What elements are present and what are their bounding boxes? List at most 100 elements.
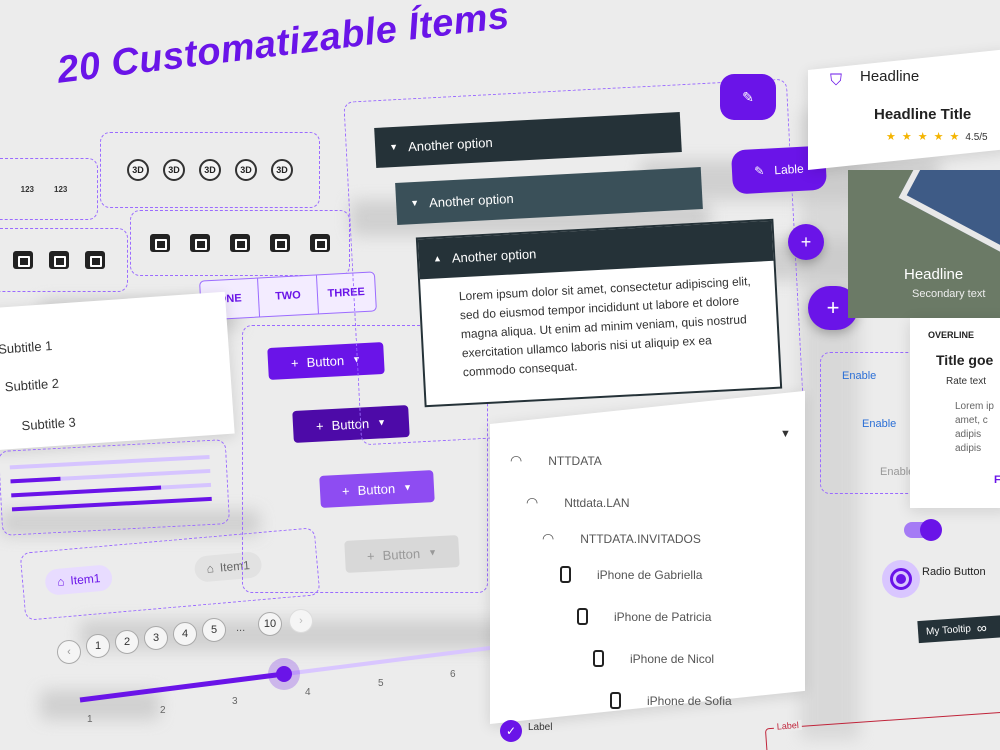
card-action-link[interactable]: F (994, 474, 1000, 486)
network-name: NTTDATA.INVITADOS (580, 531, 701, 546)
accordion-title: Another option (407, 134, 493, 154)
card-headline: Headline (860, 68, 920, 85)
slider-fill (79, 671, 285, 703)
pagination-next[interactable]: › (289, 609, 313, 633)
list-item[interactable]: Subtitle 1 (0, 338, 53, 357)
chevron-down-icon: ▼ (427, 547, 438, 558)
card-subtitle: Rate text (946, 376, 987, 387)
pagination-ellipsis: ... (236, 622, 246, 634)
device-name: iPhone de Sofia (647, 693, 732, 708)
wallet-icon[interactable] (13, 251, 33, 269)
contact-card-icon[interactable] (270, 234, 290, 252)
slider-tick-label: 4 (305, 687, 311, 698)
star-icon: ★ (949, 131, 960, 143)
plus-icon: + (366, 547, 375, 564)
rotate-3d-icon[interactable]: 3D (235, 159, 257, 181)
device-item[interactable]: iPhone de Nicol (593, 650, 714, 667)
contact-card-icon[interactable] (230, 234, 250, 252)
card-overline: OVERLINE (928, 330, 975, 340)
disabled-button: + Button ▼ (344, 535, 460, 573)
button-label: Button (357, 480, 396, 498)
text-button-hover[interactable]: Enable (862, 418, 896, 430)
infinity-icon: ∞ (976, 619, 988, 637)
network-name: NTTDATA (548, 453, 602, 468)
card-image: Headline Secondary text (848, 170, 1000, 318)
toggle-switch[interactable] (904, 519, 942, 541)
pencil-icon: ✎ (742, 88, 754, 105)
progress-group (0, 439, 231, 536)
page-button[interactable]: 5 (202, 618, 226, 642)
wallet-icon-group (0, 228, 128, 292)
card-body: Lorem ip amet, c adipis adipis (955, 401, 994, 454)
chevron-down-icon: ▼ (402, 482, 413, 493)
rotate-3d-icon[interactable]: 3D (271, 159, 293, 181)
counter-icon: 123 (54, 184, 68, 194)
device-item[interactable]: iPhone de Patricia (577, 608, 711, 625)
slider-tick-label: 1 (87, 714, 93, 725)
button-label: Button (382, 545, 421, 563)
phone-icon (610, 692, 621, 709)
device-name: iPhone de Gabriella (597, 567, 703, 582)
icon-3d-group: 3D 3D 3D 3D 3D (100, 132, 320, 208)
tooltip-text: My Tooltip (925, 622, 972, 638)
plus-icon: + (826, 295, 840, 320)
plus-icon: + (315, 417, 324, 434)
wallet-icon[interactable] (49, 251, 69, 269)
segment-two[interactable]: TWO (258, 275, 319, 317)
radio-button[interactable] (882, 560, 920, 598)
add-fab-small[interactable]: + (788, 224, 824, 260)
checkbox[interactable]: ✓ (500, 720, 522, 742)
plus-icon: + (800, 231, 812, 252)
network-item[interactable]: ◠ NTTDATA (510, 452, 602, 469)
page-button[interactable]: 10 (258, 612, 282, 636)
phone-icon (593, 650, 604, 667)
network-name: Nttdata.LAN (564, 495, 630, 510)
star-icon: ★ (933, 131, 944, 143)
accordion-expanded: ▲ Another option Lorem ipsum dolor sit am… (415, 218, 783, 408)
image-secondary-text: Secondary text (912, 288, 986, 300)
list-item[interactable]: Subtitle 2 (4, 376, 59, 395)
text-button[interactable]: Enable (842, 370, 876, 382)
rotate-3d-icon[interactable]: 3D (199, 159, 221, 181)
chevron-down-icon: ▼ (388, 141, 399, 153)
counter-icon: 123 (20, 184, 34, 194)
slider-tick-label: 3 (232, 696, 238, 707)
accordion-body: Lorem ipsum dolor sit amet, consectetur … (458, 274, 752, 380)
toggle-knob (920, 519, 942, 541)
wifi-icon: ◠ (542, 530, 555, 546)
star-rating: ★ ★ ★ ★ ★ 4.5/5 (886, 130, 988, 143)
edit-fab-small[interactable]: ✎ (720, 74, 776, 120)
button-label: Button (306, 352, 345, 370)
primary-button-hover[interactable]: + Button ▼ (319, 470, 435, 508)
tooltip: My Tooltip ∞ (917, 614, 1000, 644)
contact-card-icon[interactable] (190, 234, 210, 252)
chevron-down-icon[interactable]: ▼ (780, 428, 791, 440)
contact-card-icon[interactable] (310, 234, 330, 252)
rotate-3d-icon[interactable]: 3D (127, 159, 149, 181)
wifi-icon: ◠ (526, 494, 539, 510)
network-item[interactable]: ◠ NTTDATA.INVITADOS (542, 530, 701, 547)
device-name: iPhone de Patricia (614, 609, 712, 624)
contact-card-icon[interactable] (150, 234, 170, 252)
progress-bar (11, 482, 212, 498)
accordion-title: Another option (451, 245, 537, 266)
list-item[interactable]: Subtitle 3 (21, 415, 76, 434)
slider-thumb[interactable] (276, 666, 292, 682)
network-item[interactable]: ◠ Nttdata.LAN (526, 494, 630, 511)
plus-icon: + (290, 354, 299, 371)
wallet-icon[interactable] (85, 251, 105, 269)
text-field-label: Label (773, 719, 803, 732)
device-name: iPhone de Nicol (630, 651, 715, 666)
checkbox-label: Label (528, 722, 553, 733)
star-icon: ★ (917, 131, 928, 143)
chip-home-active[interactable]: ⌂ Item1 (44, 564, 114, 596)
rotate-3d-icon[interactable]: 3D (163, 159, 185, 181)
accordion-title: Another option (428, 190, 514, 210)
device-item[interactable]: iPhone de Sofia (610, 692, 732, 709)
counter-group: 123 123 (0, 158, 98, 220)
shield-icon: ⛉ (830, 72, 843, 89)
card-image-shape (898, 170, 1000, 273)
home-icon: ⌂ (56, 574, 66, 589)
slider-tick-label: 2 (160, 705, 166, 716)
device-item[interactable]: iPhone de Gabriella (560, 566, 702, 583)
